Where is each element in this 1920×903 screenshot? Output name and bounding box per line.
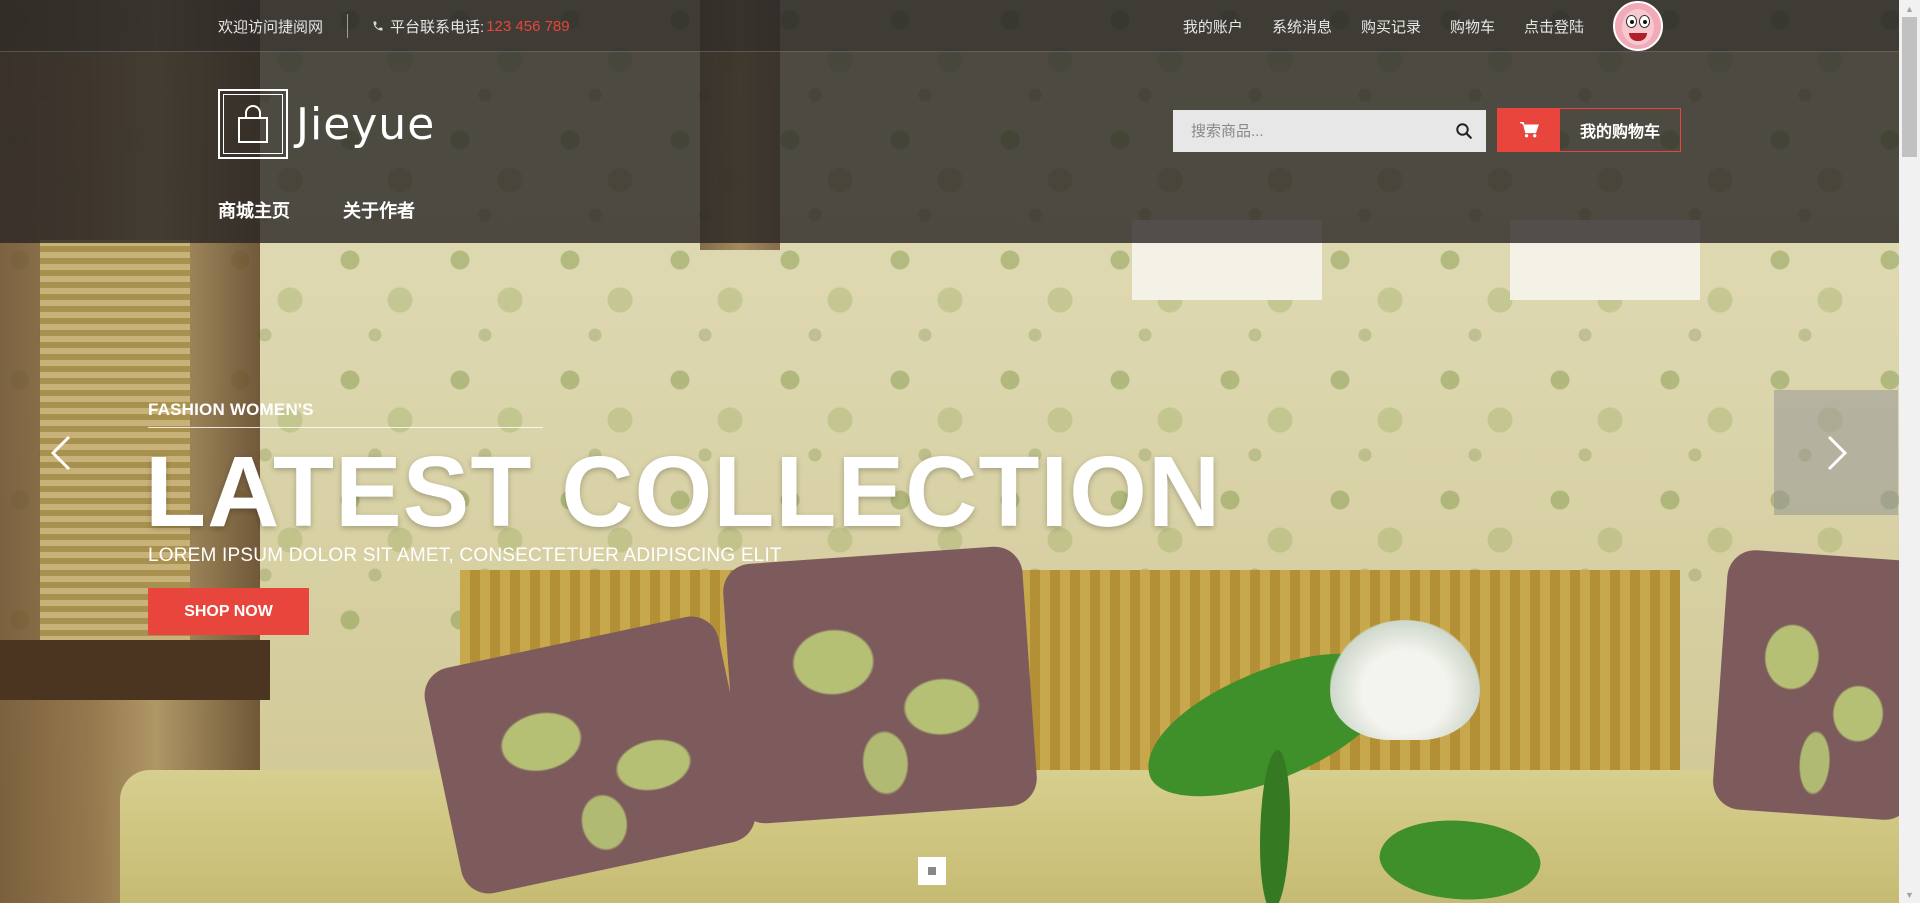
- hero-pillow-3: [1711, 548, 1899, 822]
- cart-icon: [1498, 109, 1560, 151]
- main-nav: 商城主页 关于作者: [218, 197, 415, 223]
- top-bar: 欢迎访问捷阅网 平台联系电话: 123 456 789 我的账户 系统消息 购买…: [0, 0, 1899, 52]
- cart-link[interactable]: 购物车: [1450, 16, 1495, 37]
- slider-next-button[interactable]: [1774, 390, 1898, 515]
- top-bar-divider: [347, 14, 349, 38]
- slider-dot[interactable]: [918, 857, 946, 885]
- page-scrollbar[interactable]: ▲ ▼: [1899, 0, 1920, 903]
- slide-description: LOREM IPSUM DOLOR SIT AMET, CONSECTETUER…: [148, 545, 782, 566]
- chevron-right-icon: [1827, 435, 1848, 470]
- slide-divider: [148, 427, 543, 428]
- search-box: [1173, 110, 1486, 152]
- phone-number: 123 456 789: [486, 17, 570, 35]
- login-link[interactable]: 点击登陆: [1524, 16, 1584, 37]
- my-cart-label: 我的购物车: [1579, 124, 1660, 141]
- chevron-left-icon: [50, 435, 71, 470]
- hero-side-table: [0, 640, 270, 700]
- search-icon[interactable]: [1442, 110, 1486, 152]
- site-logo[interactable]: Jieyue: [218, 89, 435, 159]
- scroll-down-icon[interactable]: ▼: [1899, 886, 1920, 903]
- slide-title: LATEST COLLECTION: [145, 436, 1222, 548]
- scroll-up-icon[interactable]: ▲: [1899, 0, 1920, 17]
- system-messages-link[interactable]: 系统消息: [1272, 16, 1332, 37]
- shopping-bag-icon: [238, 105, 268, 143]
- avatar[interactable]: [1613, 1, 1663, 51]
- my-cart-button[interactable]: 我的购物车: [1497, 108, 1681, 152]
- phone-icon: [372, 20, 384, 32]
- search-input[interactable]: [1173, 110, 1442, 152]
- hero-pillow-2: [721, 544, 1039, 826]
- shop-now-button[interactable]: SHOP NOW: [148, 588, 309, 635]
- site-header: Jieyue 商城主页 关于作者 我的购物车: [0, 52, 1899, 243]
- nav-about-author[interactable]: 关于作者: [343, 197, 415, 223]
- top-links: 我的账户 系统消息 购买记录 购物车 点击登陆: [1183, 1, 1663, 51]
- phone-label: 平台联系电话:: [390, 18, 485, 36]
- slide-subtitle: FASHION WOMEN'S: [148, 400, 314, 419]
- logo-frame: [218, 89, 288, 159]
- slider-prev-button[interactable]: [0, 390, 124, 515]
- welcome-text: 欢迎访问捷阅网: [218, 18, 324, 36]
- logo-text: Jieyue: [296, 98, 436, 150]
- nav-home[interactable]: 商城主页: [218, 197, 290, 223]
- hero-lotus-plant: [1129, 600, 1550, 903]
- purchase-history-link[interactable]: 购买记录: [1361, 16, 1421, 37]
- my-account-link[interactable]: 我的账户: [1183, 16, 1243, 37]
- scroll-thumb[interactable]: [1902, 17, 1917, 157]
- slider-dots: [918, 857, 946, 885]
